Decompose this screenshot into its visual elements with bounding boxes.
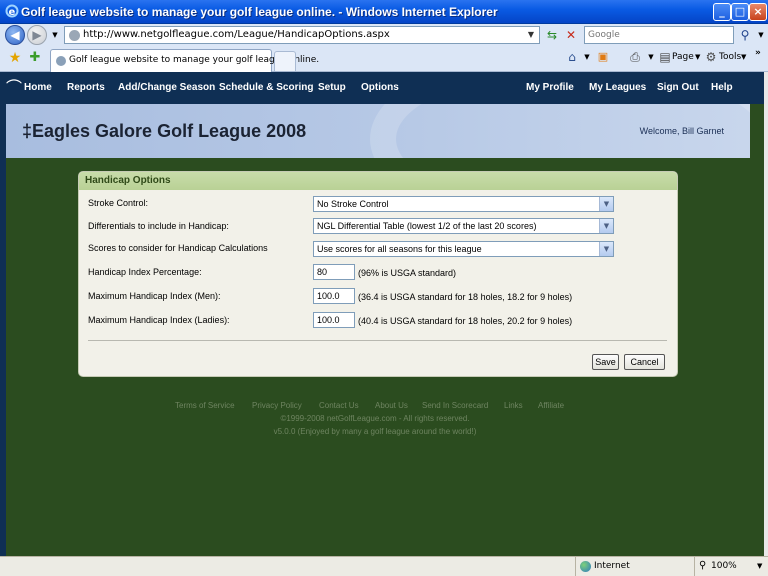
close-window-button[interactable]: ×	[749, 3, 767, 21]
nav-home[interactable]: Home	[24, 82, 52, 93]
globe-icon	[580, 561, 591, 572]
page-viewport: ⌒ Home Reports Add/Change Season Schedul…	[0, 72, 768, 556]
panel-title: Handicap Options	[85, 175, 171, 186]
window-titlebar: e Golf league website to manage your gol…	[0, 0, 768, 24]
panel-header: Handicap Options	[79, 172, 677, 190]
add-favorite-icon[interactable]: ✚	[26, 50, 44, 67]
max-ladies-label: Maximum Handicap Index (Ladies):	[88, 315, 230, 325]
stroke-control-value: No Stroke Control	[317, 199, 389, 209]
site-logo-icon: ⌒	[6, 78, 23, 97]
favorites-star-icon[interactable]: ★	[6, 50, 24, 67]
tools-dropdown-icon[interactable]: ▼	[741, 53, 746, 61]
page-scrollbar[interactable]	[764, 72, 768, 556]
max-men-hint: (36.4 is USGA standard for 18 holes, 18.…	[358, 292, 573, 302]
forward-button[interactable]: ▶	[27, 25, 47, 45]
zoom-dropdown-icon[interactable]: ▼	[757, 562, 762, 570]
index-percentage-input[interactable]	[313, 264, 355, 280]
window-title: Golf league website to manage your golf …	[21, 5, 498, 19]
nav-reports[interactable]: Reports	[67, 82, 105, 93]
cancel-button[interactable]: Cancel	[624, 354, 665, 370]
zone-label: Internet	[594, 561, 630, 571]
league-banner: ‡Eagles Galore Golf League 2008 Welcome,…	[6, 104, 750, 158]
page-frame-left	[0, 104, 6, 556]
zoom-level: 100%	[711, 561, 737, 571]
differentials-value: NGL Differential Table (lowest 1/2 of th…	[317, 221, 537, 231]
search-options-icon[interactable]: ▼	[752, 27, 768, 44]
search-input[interactable]	[586, 28, 716, 42]
address-toolbar: ◀ ▶ ▼ http://www.netgolfleague.com/Leagu…	[0, 24, 768, 46]
nav-my-leagues[interactable]: My Leagues	[589, 82, 646, 93]
index-percentage-hint: (96% is USGA standard)	[358, 268, 457, 278]
footer-affiliate-link[interactable]: Affiliate	[538, 401, 564, 410]
tools-gear-icon[interactable]: ⚙	[702, 49, 720, 66]
feeds-icon[interactable]: ▣	[594, 49, 612, 66]
nav-options[interactable]: Options	[361, 82, 399, 93]
footer-links: Terms of Service Privacy Policy Contact …	[0, 401, 750, 413]
league-title: ‡Eagles Galore Golf League 2008	[22, 121, 307, 141]
tools-menu[interactable]: Tools	[719, 52, 741, 62]
differentials-label: Differentials to include in Handicap:	[88, 221, 229, 231]
footer-contact-link[interactable]: Contact Us	[319, 401, 359, 410]
minimize-button[interactable]: _	[713, 3, 731, 21]
chevron-down-icon[interactable]: ▼	[599, 242, 613, 256]
footer-scorecard-link[interactable]: Send In Scorecard	[422, 401, 488, 410]
address-dropdown-icon[interactable]: ▼	[524, 28, 538, 42]
handicap-options-panel: Handicap Options Stroke Control: No Stro…	[78, 171, 678, 377]
footer-terms-link[interactable]: Terms of Service	[175, 401, 235, 410]
new-tab-button[interactable]	[274, 51, 296, 71]
welcome-text: Welcome, Bill Garnet	[639, 126, 724, 136]
max-ladies-input[interactable]	[313, 312, 355, 328]
max-men-input[interactable]	[313, 288, 355, 304]
scores-value: Use scores for all seasons for this leag…	[317, 244, 482, 254]
save-button[interactable]: Save	[592, 354, 619, 370]
tab-active[interactable]: Golf league website to manage your golf …	[50, 49, 319, 72]
page-menu[interactable]: Page	[672, 52, 694, 62]
chevron-down-icon[interactable]: ▼	[599, 197, 613, 211]
search-box[interactable]	[584, 26, 734, 44]
max-ladies-hint: (40.4 is USGA standard for 18 holes, 20.…	[358, 316, 573, 326]
svg-text:e: e	[9, 7, 16, 18]
internet-explorer-icon: e	[5, 4, 19, 18]
scores-label: Scores to consider for Handicap Calculat…	[88, 243, 268, 253]
footer-copyright: ©1999-2008 netGolfLeague.com - All right…	[280, 414, 470, 423]
nav-sign-out[interactable]: Sign Out	[657, 82, 699, 93]
security-zone: Internet	[575, 557, 693, 576]
refresh-icon[interactable]: ⇆	[543, 27, 561, 44]
nav-add-change-season[interactable]: Add/Change Season	[118, 82, 215, 93]
index-percentage-label: Handicap Index Percentage:	[88, 267, 202, 277]
footer-privacy-link[interactable]: Privacy Policy	[252, 401, 302, 410]
footer-version: v5.0.0 (Enjoyed by many a golf league ar…	[273, 427, 477, 436]
stroke-control-select[interactable]: No Stroke Control ▼	[313, 196, 614, 212]
scores-select[interactable]: Use scores for all seasons for this leag…	[313, 241, 614, 257]
nav-help[interactable]: Help	[711, 82, 733, 93]
tab-bar: ★ ✚ Golf league website to manage your g…	[0, 46, 768, 72]
zoom-control[interactable]: ⚲ 100% ▼	[694, 557, 768, 576]
more-commands-icon[interactable]: »	[755, 48, 761, 58]
nav-my-profile[interactable]: My Profile	[526, 82, 574, 93]
address-field[interactable]: http://www.netgolfleague.com/League/Hand…	[64, 26, 540, 44]
max-men-label: Maximum Handicap Index (Men):	[88, 291, 221, 301]
site-navigation: ⌒ Home Reports Add/Change Season Schedul…	[0, 72, 764, 104]
page-menu-dropdown-icon[interactable]: ▼	[695, 53, 700, 61]
differentials-select[interactable]: NGL Differential Table (lowest 1/2 of th…	[313, 218, 614, 234]
page-icon	[69, 30, 80, 41]
tab-page-icon	[56, 56, 66, 66]
chevron-down-icon[interactable]: ▼	[599, 219, 613, 233]
stop-icon[interactable]: ✕	[562, 27, 580, 44]
nav-setup[interactable]: Setup	[318, 82, 346, 93]
footer-about-link[interactable]: About Us	[375, 401, 408, 410]
form-divider	[88, 340, 667, 341]
history-dropdown-icon[interactable]: ▼	[46, 27, 64, 44]
status-bar: Internet ⚲ 100% ▼	[0, 556, 768, 576]
address-url: http://www.netgolfleague.com/League/Hand…	[83, 29, 390, 40]
nav-schedule-scoring[interactable]: Schedule & Scoring	[219, 82, 313, 93]
zoom-magnifier-icon: ⚲	[699, 560, 707, 571]
stroke-control-label: Stroke Control:	[88, 198, 149, 208]
back-button[interactable]: ◀	[5, 25, 25, 45]
maximize-button[interactable]: □	[731, 3, 749, 21]
footer-links-link[interactable]: Links	[504, 401, 523, 410]
